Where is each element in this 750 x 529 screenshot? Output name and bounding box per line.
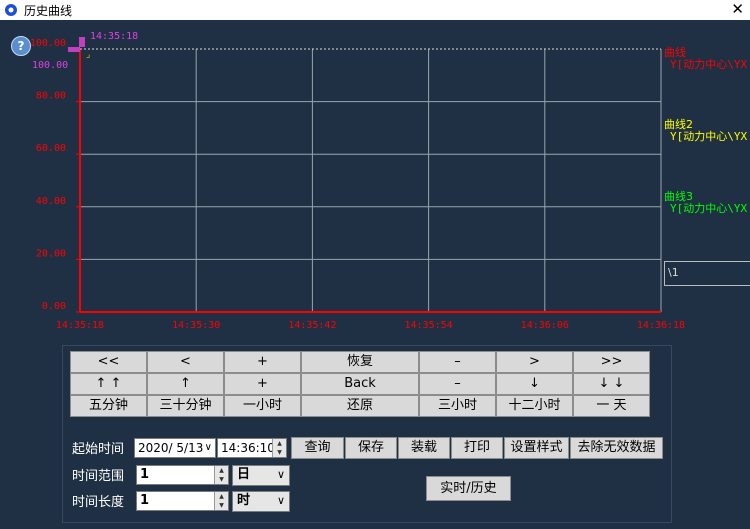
chevron-down-icon: ∨ xyxy=(204,442,212,453)
time-spinner[interactable]: ▲ ▼ xyxy=(272,439,286,457)
chevron-down-icon: ∨ xyxy=(276,494,285,507)
app-gear-icon xyxy=(5,4,17,16)
range-label: 时间范围 xyxy=(72,469,125,484)
length-label: 时间长度 xyxy=(72,495,125,510)
cursor-value-box xyxy=(68,47,80,52)
cursor-marker xyxy=(79,37,85,47)
query-button-5[interactable]: 去除无效数据 xyxy=(570,437,663,459)
chevron-down-icon: ∨ xyxy=(276,468,285,481)
nav-button-row1-0[interactable]: << xyxy=(70,351,147,373)
y-tick-label: 80.00 xyxy=(36,91,66,102)
nav-button-row3-0[interactable]: 五分钟 xyxy=(70,395,147,417)
range-unit-select[interactable]: 日 ∨ xyxy=(232,465,290,486)
y-tick-label: 40.00 xyxy=(36,196,66,207)
nav-button-row2-0[interactable]: ↑ ↑ xyxy=(70,373,147,395)
x-tick-label: 14:35:18 xyxy=(56,320,104,331)
nav-button-row1-2[interactable]: + xyxy=(224,351,301,373)
y-axis-labels: 0.00 20.00 40.00 60.00 80.00 100.00 xyxy=(30,38,66,312)
nav-button-row1-1[interactable]: < xyxy=(147,351,224,373)
start-time-value: 14:36:10 xyxy=(221,441,275,455)
nav-button-row3-5[interactable]: 十二小时 xyxy=(496,395,573,417)
query-button-1[interactable]: 保存 xyxy=(345,437,397,459)
nav-button-row2-2[interactable]: + xyxy=(224,373,301,395)
nav-button-row3-4[interactable]: 三小时 xyxy=(419,395,496,417)
length-value: 1 xyxy=(140,493,150,508)
nav-button-row1-4[interactable]: – xyxy=(419,351,496,373)
length-unit-select[interactable]: 时 ∨ xyxy=(232,491,290,512)
nav-button-row2-3[interactable]: Back xyxy=(301,373,419,395)
length-spinner[interactable]: ▲ ▼ xyxy=(214,492,228,510)
query-button-4[interactable]: 设置样式 xyxy=(504,437,569,459)
y-tick-label: 60.00 xyxy=(36,143,66,154)
y-tick-label: 20.00 xyxy=(36,248,66,259)
nav-button-row1-5[interactable]: > xyxy=(496,351,573,373)
range-value: 1 xyxy=(140,467,150,482)
cursor-value-label: 100.00 xyxy=(32,60,68,71)
start-date-value: 2020/ 5/13 xyxy=(138,441,204,455)
legend-curve3-tag: Y[动力中心\YX xyxy=(670,202,748,215)
range-unit-value: 日 xyxy=(237,467,251,482)
corner-mark: ⌟ xyxy=(86,50,90,60)
trend-chart: 14:35:18 14:35:30 14:35:42 14:35:54 14:36:06… xyxy=(30,31,685,331)
legend-value-box[interactable]: \1 xyxy=(664,261,750,286)
nav-button-row2-1[interactable]: ↑ xyxy=(147,373,224,395)
nav-button-row2-4[interactable]: – xyxy=(419,373,496,395)
nav-button-row2-6[interactable]: ↓ ↓ xyxy=(573,373,650,395)
x-tick-label: 14:36:18 xyxy=(637,320,685,331)
length-input[interactable]: 1 ▲ ▼ xyxy=(136,491,229,511)
start-time-field[interactable]: 14:36:10 ▲ ▼ xyxy=(217,438,287,458)
x-tick-label: 14:36:06 xyxy=(521,320,569,331)
title-bar: 历史曲线 ✕ xyxy=(0,0,750,20)
nav-button-row3-6[interactable]: 一 天 xyxy=(573,395,650,417)
range-input[interactable]: 1 ▲ ▼ xyxy=(136,465,229,485)
length-unit-value: 时 xyxy=(237,493,251,508)
start-time-label: 起始时间 xyxy=(72,442,125,457)
cursor-time-label: 14:35:18 xyxy=(90,31,138,42)
range-spinner[interactable]: ▲ ▼ xyxy=(214,466,228,484)
nav-button-row2-5[interactable]: ↓ xyxy=(496,373,573,395)
realtime-history-toggle-button[interactable]: 实时/历史 xyxy=(426,476,511,501)
nav-button-row3-3[interactable]: 还原 xyxy=(301,395,419,417)
x-axis-labels: 14:35:18 14:35:30 14:35:42 14:35:54 14:36:06… xyxy=(56,320,685,331)
nav-button-row3-1[interactable]: 三十分钟 xyxy=(147,395,224,417)
nav-button-row3-2[interactable]: 一小时 xyxy=(224,395,301,417)
query-button-0[interactable]: 查询 xyxy=(291,437,344,459)
nav-button-row1-6[interactable]: >> xyxy=(573,351,650,373)
nav-button-row1-3[interactable]: 恢复 xyxy=(301,351,419,373)
legend-value-text: \1 xyxy=(668,266,679,279)
start-date-picker[interactable]: 2020/ 5/13 ∨ xyxy=(134,438,216,458)
chart-grid xyxy=(76,48,662,313)
legend-curve1-tag: Y[动力中心\YX xyxy=(670,58,748,71)
window-title: 历史曲线 xyxy=(24,4,73,18)
y-tick-label: 0.00 xyxy=(42,301,66,312)
y-tick-label: 100.00 xyxy=(30,38,66,49)
x-tick-label: 14:35:54 xyxy=(405,320,453,331)
query-button-3[interactable]: 打印 xyxy=(451,437,503,459)
x-tick-label: 14:35:42 xyxy=(288,320,336,331)
close-icon[interactable]: ✕ xyxy=(731,0,744,18)
legend-curve2-tag: Y[动力中心\YX xyxy=(670,130,748,143)
x-tick-label: 14:35:30 xyxy=(172,320,220,331)
query-button-2[interactable]: 装载 xyxy=(398,437,450,459)
